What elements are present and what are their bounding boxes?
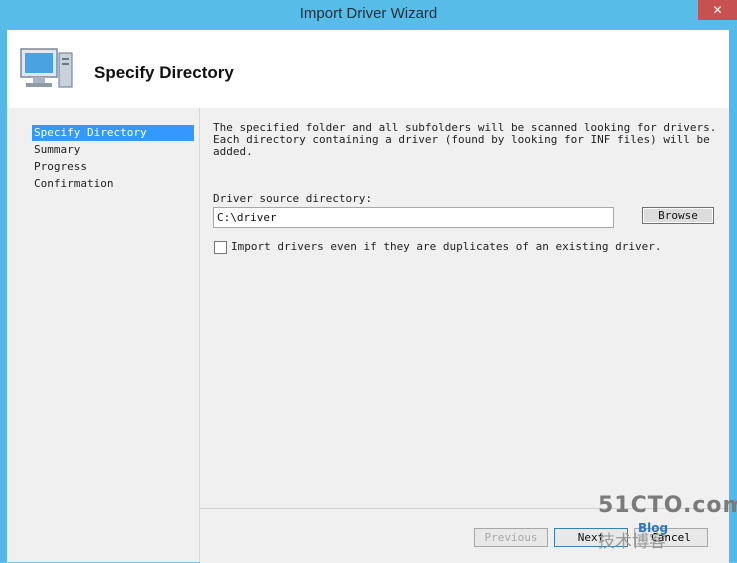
page-title: Specify Directory: [94, 63, 234, 82]
duplicates-checkbox[interactable]: [214, 241, 227, 254]
nav-item-confirmation[interactable]: Confirmation: [32, 176, 194, 192]
watermark-blog: Blog: [638, 521, 669, 535]
wizard-window: Import Driver Wizard ✕ Specify Directory…: [0, 0, 737, 563]
nav-item-summary[interactable]: Summary: [32, 142, 194, 158]
previous-button[interactable]: Previous: [474, 528, 548, 547]
directory-label: Driver source directory:: [213, 192, 372, 205]
browse-button[interactable]: Browse: [642, 207, 714, 224]
watermark: 51CTO.com 技术博客 Blog: [598, 493, 737, 553]
instructions-text: The specified folder and all subfolders …: [213, 121, 717, 158]
close-button[interactable]: ✕: [698, 0, 737, 20]
nav-item-specify-directory[interactable]: Specify Directory: [32, 125, 194, 141]
window-title: Import Driver Wizard: [299, 5, 438, 22]
computer-icon: [20, 48, 73, 88]
wizard-client-area: Specify Directory Specify Directory Summ…: [7, 30, 729, 563]
wizard-header: Specify Directory: [7, 30, 729, 108]
wizard-steps-nav: Specify Directory Summary Progress Confi…: [7, 108, 200, 562]
wizard-content: The specified folder and all subfolders …: [200, 108, 729, 508]
directory-input[interactable]: C:\driver: [213, 207, 614, 228]
watermark-site: 51CTO.com: [598, 493, 737, 518]
nav-item-progress[interactable]: Progress: [32, 159, 194, 175]
duplicates-checkbox-label[interactable]: Import drivers even if they are duplicat…: [231, 240, 661, 253]
title-bar[interactable]: Import Driver Wizard ✕: [0, 0, 737, 30]
